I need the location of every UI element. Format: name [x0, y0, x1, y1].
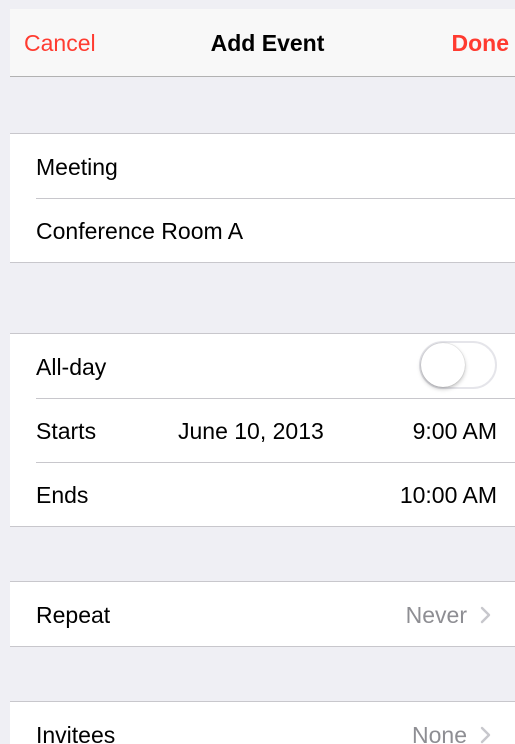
- starts-date: June 10, 2013: [178, 418, 324, 444]
- chevron-right-icon: [480, 726, 491, 744]
- starts-row[interactable]: Starts June 10, 2013 9:00 AM: [10, 398, 515, 462]
- allday-row: All-day: [10, 334, 515, 398]
- title-field[interactable]: Meeting: [10, 134, 515, 198]
- repeat-group: Repeat Never: [10, 581, 515, 647]
- add-event-screen: Cancel Add Event Done Meeting Conference…: [0, 0, 515, 744]
- title-value: Meeting: [36, 154, 118, 180]
- navigation-bar: Cancel Add Event Done: [10, 9, 515, 77]
- starts-time: 9:00 AM: [412, 418, 497, 444]
- page-title: Add Event: [210, 30, 325, 56]
- invitees-label: Invitees: [36, 722, 116, 744]
- location-field[interactable]: Conference Room A: [10, 198, 515, 262]
- starts-label: Starts: [36, 418, 97, 444]
- chevron-right-icon: [480, 606, 491, 624]
- repeat-row[interactable]: Repeat Never: [10, 582, 515, 646]
- ends-time: 10:00 AM: [399, 482, 497, 508]
- ends-row[interactable]: Ends 10:00 AM: [10, 462, 515, 526]
- location-value: Conference Room A: [36, 218, 244, 244]
- repeat-value: Never: [405, 602, 467, 628]
- ends-label: Ends: [36, 482, 89, 508]
- event-details-group: Meeting Conference Room A: [10, 133, 515, 263]
- invitees-value: None: [412, 722, 467, 744]
- repeat-label: Repeat: [36, 602, 111, 628]
- invitees-group: Invitees None: [10, 701, 515, 744]
- allday-toggle[interactable]: [419, 341, 497, 389]
- invitees-row[interactable]: Invitees None: [10, 702, 515, 744]
- allday-label: All-day: [36, 354, 107, 380]
- done-button[interactable]: Done: [452, 30, 510, 57]
- toggle-knob: [421, 343, 465, 387]
- schedule-group: All-day Starts June 10, 2013 9:00 AM End…: [10, 333, 515, 527]
